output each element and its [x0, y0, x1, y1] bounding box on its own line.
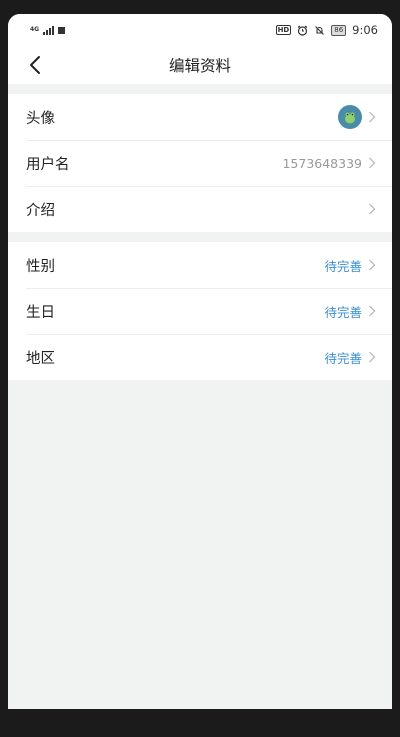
info-group: 性别 待完善 生日 待完善 地区 待完善 [8, 242, 392, 380]
region-value: 待完善 [324, 350, 362, 366]
avatar-icon [345, 112, 355, 124]
username-value: 1573648339 [282, 155, 362, 171]
row-username[interactable]: 用户名 1573648339 [8, 140, 392, 186]
birthday-value: 待完善 [324, 304, 362, 320]
row-label: 性别 [26, 258, 55, 275]
notification-icon [58, 26, 66, 34]
hd-icon: HD [275, 25, 292, 35]
row-label: 用户名 [26, 156, 70, 173]
row-birthday[interactable]: 生日 待完善 [8, 288, 392, 334]
row-label: 头像 [26, 110, 55, 127]
status-time: 9:06 [352, 23, 378, 37]
chevron-right-icon [369, 351, 376, 363]
row-region[interactable]: 地区 待完善 [8, 334, 392, 380]
back-button[interactable] [22, 52, 48, 78]
status-left: 4G [30, 25, 66, 35]
chevron-right-icon [369, 259, 376, 271]
nav-bar: 编辑资料 [8, 46, 392, 84]
row-label: 地区 [26, 350, 55, 367]
row-avatar[interactable]: 头像 [8, 94, 392, 140]
network-type: 4G [30, 26, 40, 33]
row-label: 生日 [26, 304, 55, 321]
status-right: HD 86 9:06 [275, 23, 378, 37]
chevron-right-icon [369, 203, 376, 215]
battery-icon: 86 [331, 24, 347, 36]
gender-value: 待完善 [324, 258, 362, 274]
mute-icon [315, 25, 325, 35]
avatar [338, 105, 362, 129]
chevron-right-icon [369, 157, 376, 169]
row-intro[interactable]: 介绍 [8, 186, 392, 232]
page-title: 编辑资料 [168, 57, 231, 75]
chevron-right-icon [369, 305, 376, 317]
chevron-right-icon [369, 111, 376, 123]
profile-group: 头像 用户名 1573648339 介绍 [8, 94, 392, 232]
chevron-left-icon [30, 56, 40, 74]
row-gender[interactable]: 性别 待完善 [8, 242, 392, 288]
signal-icon [43, 25, 55, 35]
status-bar: 4G HD 86 9:06 [8, 14, 392, 46]
row-label: 介绍 [26, 202, 55, 219]
phone-screen: 4G HD 86 9:06 编辑资料 头像 用户名 1573648339 介绍 … [8, 14, 392, 709]
alarm-icon [297, 25, 308, 36]
